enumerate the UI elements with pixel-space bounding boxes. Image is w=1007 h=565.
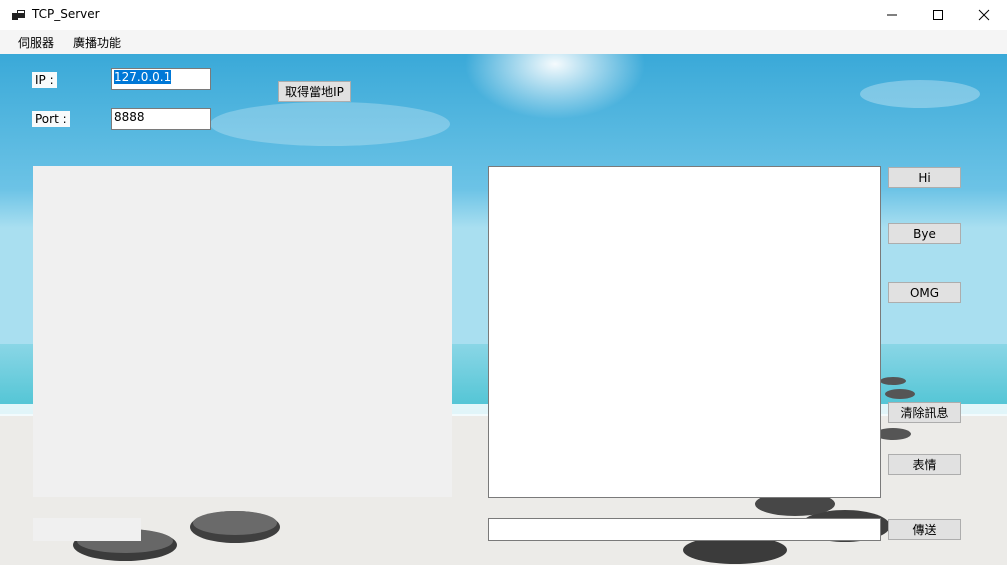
- minimize-icon: [887, 14, 897, 16]
- close-button[interactable]: [961, 0, 1007, 30]
- title-bar[interactable]: TCP_Server: [0, 0, 1007, 30]
- bye-button[interactable]: Bye: [888, 223, 961, 244]
- menu-server[interactable]: 伺服器: [18, 34, 54, 51]
- hi-button[interactable]: Hi: [888, 167, 961, 188]
- emoji-button[interactable]: 表情: [888, 454, 961, 475]
- get-local-ip-button[interactable]: 取得當地IP: [278, 81, 351, 102]
- close-icon: [978, 9, 990, 21]
- maximize-button[interactable]: [915, 0, 961, 30]
- omg-button[interactable]: OMG: [888, 282, 961, 303]
- client-area: IP : 127.0.0.1 Port : 8888 取得當地IP Hi Bye…: [0, 54, 1007, 565]
- app-window-icon: [12, 10, 25, 20]
- status-box: [33, 518, 141, 541]
- port-input[interactable]: 8888: [111, 108, 211, 130]
- ip-input[interactable]: 127.0.0.1: [111, 68, 211, 90]
- minimize-button[interactable]: [869, 0, 915, 30]
- clear-messages-button[interactable]: 清除訊息: [888, 402, 961, 423]
- client-list-panel[interactable]: [33, 166, 452, 497]
- message-input[interactable]: [488, 518, 881, 541]
- window-title: TCP_Server: [32, 7, 100, 21]
- send-button[interactable]: 傳送: [888, 519, 961, 540]
- ip-label: IP :: [32, 72, 57, 88]
- maximize-icon: [933, 10, 943, 20]
- menu-broadcast[interactable]: 廣播功能: [73, 34, 121, 51]
- ip-input-value: 127.0.0.1: [114, 70, 172, 84]
- menu-bar: 伺服器 廣播功能: [0, 30, 1007, 54]
- port-input-value: 8888: [114, 110, 145, 124]
- port-label: Port :: [32, 111, 70, 127]
- message-log[interactable]: [488, 166, 881, 498]
